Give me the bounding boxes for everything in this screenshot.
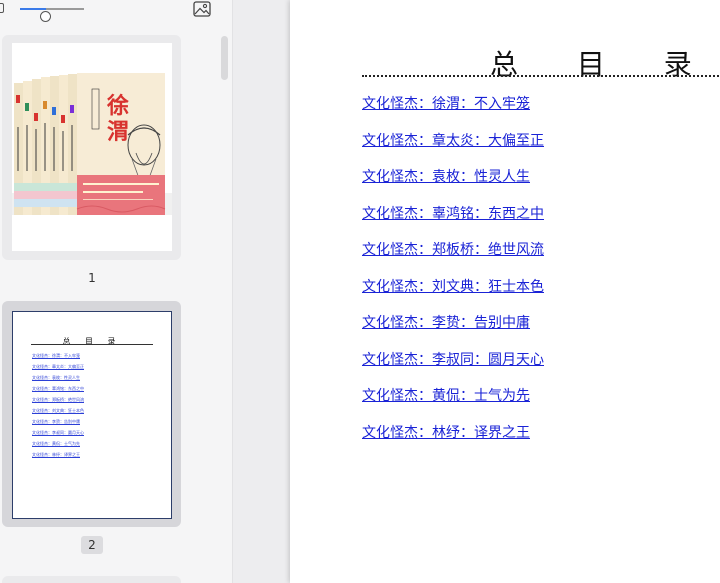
toc-entry: 文化怪杰：林纾：译界之王 <box>362 422 544 459</box>
toc-entry-link[interactable]: 文化怪杰：黄侃：士气为先 <box>362 388 530 404</box>
page-number-label: 2 <box>81 536 103 554</box>
toc-entry: 文化怪杰：袁枚：性灵人生 <box>362 166 544 203</box>
toc-entry: 文化怪杰：徐渭：不入牢笼 <box>362 93 544 130</box>
mini-toc-entry: 文化怪杰：黄侃：士气为先 <box>32 441 80 446</box>
book-cover-image: 徐 渭 <box>12 73 172 251</box>
mini-toc-entry: 文化怪杰：刘文典：狂士本色 <box>32 408 84 413</box>
toc-entry-link[interactable]: 文化怪杰：徐渭：不入牢笼 <box>362 96 530 112</box>
toc-entry: 文化怪杰：李贽：告别中庸 <box>362 312 544 349</box>
mini-toc-entry: 文化怪杰：李贽：告别中庸 <box>32 419 80 424</box>
thumbnail-sidebar: 徐 渭 1 总 目 录 文化怪杰：徐渭：不入牢笼 文化怪杰：章太炎：大偏至正 文化怪… <box>0 0 233 583</box>
book-cover-thumbnail[interactable]: 徐 渭 <box>12 43 172 251</box>
toc-entry-link[interactable]: 文化怪杰：郑板桥：绝世风流 <box>362 242 544 258</box>
mini-toc-entry: 文化怪杰：李叔同：圆月天心 <box>32 430 84 435</box>
zoom-slider[interactable] <box>20 8 84 22</box>
image-icon[interactable] <box>193 1 211 17</box>
toc-entry: 文化怪杰：辜鸿铭：东西之中 <box>362 203 544 240</box>
toc-entry-link[interactable]: 文化怪杰：李贽：告别中庸 <box>362 315 530 331</box>
mini-toc-entry: 文化怪杰：章太炎：大偏至正 <box>32 364 84 369</box>
document-page: 总 目 录 文化怪杰：徐渭：不入牢笼 文化怪杰：章太炎：大偏至正 文化怪杰：袁枚：性… <box>290 0 720 583</box>
toc-entry-link[interactable]: 文化怪杰：章太炎：大偏至正 <box>362 133 544 149</box>
document-viewport[interactable]: 总 目 录 文化怪杰：徐渭：不入牢笼 文化怪杰：章太炎：大偏至正 文化怪杰：袁枚：性… <box>233 0 720 583</box>
zoom-slider-handle[interactable] <box>39 11 51 22</box>
page-thumbnail-3[interactable] <box>2 576 181 583</box>
mini-toc-entry: 文化怪杰：袁枚：性灵人生 <box>32 375 80 380</box>
zoom-slider-fill <box>20 8 46 10</box>
cover-title-char: 渭 <box>107 119 129 145</box>
page-number-label: 1 <box>88 271 96 285</box>
toc-entry-link[interactable]: 文化怪杰：刘文典：狂士本色 <box>362 279 544 295</box>
page-title: 总 目 录 <box>490 48 717 81</box>
cover-title-char: 徐 <box>106 93 129 119</box>
toc-entry: 文化怪杰：黄侃：士气为先 <box>362 385 544 422</box>
mini-toc-entry: 文化怪杰：林纾：译界之王 <box>32 452 80 457</box>
mini-page-title: 总 目 录 <box>62 337 122 346</box>
toc-page-thumbnail[interactable]: 总 目 录 文化怪杰：徐渭：不入牢笼 文化怪杰：章太炎：大偏至正 文化怪杰：袁枚：性… <box>12 311 172 519</box>
sidebar-scrollbar[interactable] <box>221 36 228 80</box>
toc-entry-link[interactable]: 文化怪杰：袁枚：性灵人生 <box>362 169 530 185</box>
toc-entry-link[interactable]: 文化怪杰：李叔同：圆月天心 <box>362 352 544 368</box>
mini-toc-entry: 文化怪杰：辜鸿铭：东西之中 <box>32 386 84 391</box>
toc-list: 文化怪杰：徐渭：不入牢笼 文化怪杰：章太炎：大偏至正 文化怪杰：袁枚：性灵人生 文化怪… <box>362 93 544 458</box>
mini-title-rule <box>31 344 153 345</box>
page-view-icon[interactable] <box>0 3 4 13</box>
toc-entry: 文化怪杰：郑板桥：绝世风流 <box>362 239 544 276</box>
toc-entry-link[interactable]: 文化怪杰：辜鸿铭：东西之中 <box>362 206 544 222</box>
toc-entry: 文化怪杰：李叔同：圆月天心 <box>362 349 544 386</box>
title-underline <box>362 75 720 77</box>
mini-toc-list: 文化怪杰：徐渭：不入牢笼 文化怪杰：章太炎：大偏至正 文化怪杰：袁枚：性灵人生 文化怪… <box>32 350 84 460</box>
mini-toc-entry: 文化怪杰：郑板桥：绝世风流 <box>32 397 84 402</box>
toc-entry-link[interactable]: 文化怪杰：林纾：译界之王 <box>362 425 530 441</box>
toc-entry: 文化怪杰：章太炎：大偏至正 <box>362 130 544 167</box>
thumbnail-zoom-bar <box>0 0 232 22</box>
toc-entry: 文化怪杰：刘文典：狂士本色 <box>362 276 544 313</box>
mini-toc-entry: 文化怪杰：徐渭：不入牢笼 <box>32 353 80 358</box>
